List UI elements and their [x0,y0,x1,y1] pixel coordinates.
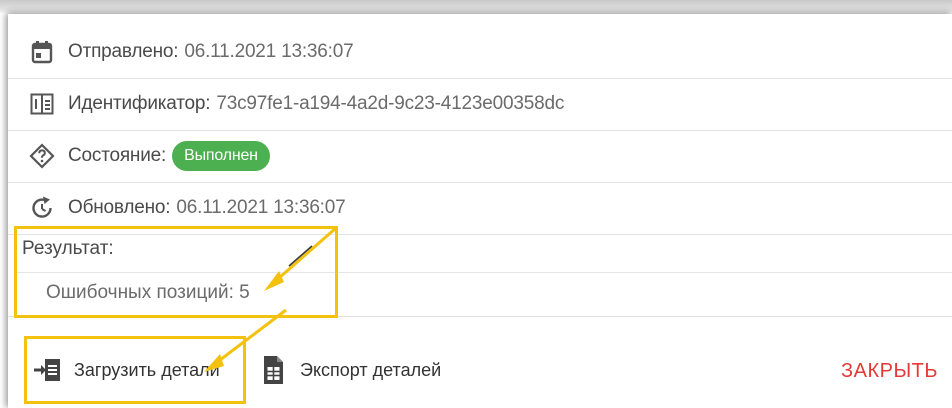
export-details-button[interactable]: Экспорт деталей [258,344,441,396]
identifier-value: 73c97fe1-a194-4a2d-9c23-4123e00358dc [216,93,565,114]
sent-label: Отправлено: [68,41,179,62]
state-row: Состояние: Выполнен [8,130,952,183]
identifier-label: Идентификатор: [68,93,211,114]
load-button-highlight-frame [24,336,246,404]
spreadsheet-file-icon [258,355,288,385]
status-badge: Выполнен [172,141,270,171]
close-button[interactable]: ЗАКРЫТЬ [841,360,938,383]
export-details-label: Экспорт деталей [300,359,442,380]
identifier-icon [28,90,56,118]
sent-value: 06.11.2021 13:36:07 [184,41,354,62]
refresh-clock-icon [28,194,56,222]
updated-label: Обновлено: [68,197,171,218]
sent-row: Отправлено: 06.11.2021 13:36:07 [8,26,952,79]
state-label: Состояние: [68,145,167,166]
updated-value: 06.11.2021 13:36:07 [176,197,346,218]
calendar-icon [28,38,56,66]
identifier-row: Идентификатор: 73c97fe1-a194-4a2d-9c23-4… [8,78,952,131]
screenshot-root: Отправлено: 06.11.2021 13:36:07 Идентифи… [0,0,952,408]
result-highlight-frame [14,226,338,318]
question-diamond-icon [28,142,56,170]
